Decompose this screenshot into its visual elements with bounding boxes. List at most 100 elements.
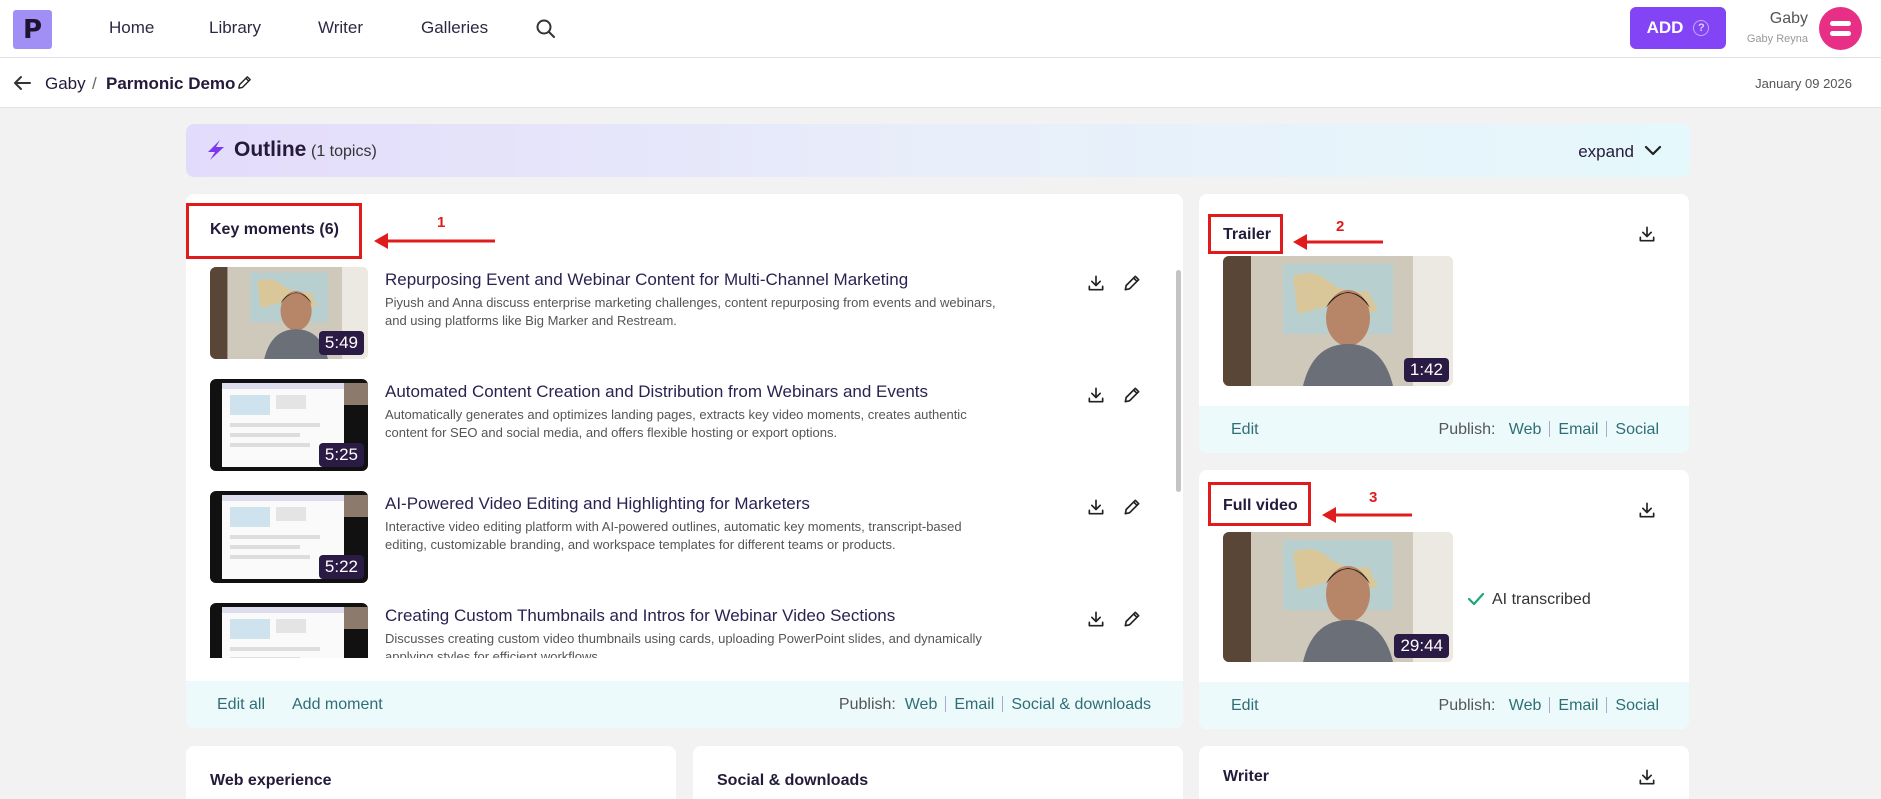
moment-title[interactable]: Creating Custom Thumbnails and Intros fo… [385,606,895,626]
publish-label: Publish: [838,696,896,713]
expand-button[interactable]: expand [1578,142,1634,162]
top-navigation-bar: P Home Library Writer Galleries ADD ? Ga… [0,0,1881,58]
outline-title: Outline [234,138,307,161]
outline-banner: Outline (1 topics) expand [186,124,1690,177]
publish-row: Publish: Web Email Social & downloads [839,696,1151,714]
social-downloads-card: Social & downloads [693,746,1183,799]
edit-all-button[interactable]: Edit all [217,696,265,714]
user-full-name: Gaby Reyna [1746,33,1808,45]
publish-social-link[interactable]: Social [1615,697,1659,714]
trailer-thumbnail[interactable]: 1:42 [1223,256,1453,386]
publish-web-link[interactable]: Web [1509,421,1542,438]
web-experience-card: Web experience [186,746,676,799]
trailer-card: Trailer 1:42 Edit Publish: Web Email Socia… [1199,194,1689,453]
download-icon[interactable] [1086,385,1106,405]
download-icon[interactable] [1637,500,1657,520]
moment-thumbnail[interactable]: 5:22 [210,491,368,583]
list-item[interactable]: 5:22 AI-Powered Video Editing and Highli… [210,491,1140,583]
duration-badge: 29:44 [1394,634,1449,658]
list-item-clip: Creating Custom Thumbnails and Intros fo… [210,603,1165,658]
moment-title[interactable]: Repurposing Event and Webinar Content fo… [385,270,908,290]
breadcrumb-current: Parmonic Demo [106,74,236,93]
app-logo[interactable]: P [13,10,52,49]
help-icon: ? [1693,20,1710,36]
edit-pencil-icon[interactable] [1122,497,1142,517]
logo-letter: P [22,14,43,45]
download-icon[interactable] [1086,273,1106,293]
publish-row: Publish: Web Email Social [1439,421,1659,439]
full-video-card: Full video 29:44 AI transcribed Edit Pub… [1199,470,1689,729]
full-video-edit-button[interactable]: Edit [1231,697,1259,715]
list-item[interactable]: 5:25 Automated Content Creation and Dist… [210,379,1140,471]
web-experience-title: Web experience [210,772,332,789]
publish-email-link[interactable]: Email [954,696,994,713]
annotation-number-2: 2 [1336,218,1345,235]
edit-pencil-icon[interactable] [1122,609,1142,629]
duration-badge: 5:25 [318,443,364,467]
download-icon[interactable] [1086,609,1106,629]
writer-title: Writer [1223,768,1269,785]
moment-description: Discusses creating custom video thumbnai… [385,631,982,658]
nav-library[interactable]: Library [209,18,261,38]
download-icon[interactable] [1637,767,1657,787]
edit-pencil-icon[interactable] [1122,273,1142,293]
moment-description: Automatically generates and optimizes la… [385,407,967,440]
annotation-number-3: 3 [1369,489,1378,506]
moment-description: Interactive video editing platform with … [385,519,962,552]
back-arrow-icon[interactable] [12,74,32,92]
download-icon[interactable] [1086,497,1106,517]
outline-topic-count: (1 topics) [311,143,377,160]
publish-social-link[interactable]: Social & downloads [1011,696,1151,713]
add-moment-button[interactable]: Add moment [292,696,383,714]
publish-label: Publish: [1438,697,1496,714]
date-label: January 09 2026 [1755,76,1852,91]
social-downloads-title: Social & downloads [717,772,869,789]
user-name: Gaby [1769,10,1808,27]
key-moments-footer: Edit all Add moment Publish: Web Email Soc… [186,681,1183,728]
publish-row: Publish: Web Email Social [1439,697,1659,715]
nav-writer[interactable]: Writer [318,18,363,38]
add-button[interactable]: ADD ? [1630,7,1726,49]
edit-pencil-icon[interactable] [1122,385,1142,405]
duration-badge: 1:42 [1403,358,1449,382]
moment-thumbnail[interactable] [210,603,368,658]
full-video-thumbnail[interactable]: 29:44 [1223,532,1453,662]
list-item[interactable]: 5:49 Repurposing Event and Webinar Conte… [210,267,1140,359]
search-icon[interactable] [534,17,558,41]
publish-email-link[interactable]: Email [1558,697,1598,714]
moment-thumbnail[interactable]: 5:25 [210,379,368,471]
download-icon[interactable] [1637,224,1657,244]
chevron-down-icon[interactable] [1644,144,1662,158]
duration-badge: 5:22 [318,555,364,579]
trailer-edit-button[interactable]: Edit [1231,421,1259,439]
moment-title[interactable]: AI-Powered Video Editing and Highlightin… [385,494,810,514]
full-video-footer: Edit Publish: Web Email Social [1199,682,1689,729]
check-icon [1467,592,1485,606]
breadcrumb-parent[interactable]: Gaby [45,74,86,94]
publish-web-link[interactable]: Web [905,696,938,713]
publish-label: Publish: [1438,421,1496,438]
moment-title[interactable]: Automated Content Creation and Distribut… [385,382,928,402]
full-video-title: Full video [1223,497,1298,514]
add-button-label: ADD [1646,18,1684,37]
annotation-number-1: 1 [437,214,446,231]
nav-galleries[interactable]: Galleries [421,18,488,38]
moment-description: Piyush and Anna discuss enterprise marke… [385,295,996,328]
nav-home[interactable]: Home [109,18,154,38]
publish-email-link[interactable]: Email [1558,421,1598,438]
annotation-arrow-3-icon [1322,507,1412,523]
edit-title-pencil-icon[interactable] [236,74,253,91]
avatar[interactable] [1819,7,1862,50]
publish-web-link[interactable]: Web [1509,697,1542,714]
writer-card: Writer [1199,746,1689,799]
moment-thumbnail[interactable]: 5:49 [210,267,368,359]
scrollbar[interactable] [1176,270,1181,492]
annotation-arrow-2-icon [1293,234,1383,250]
transcription-status: AI transcribed [1492,591,1591,608]
breadcrumb: Gaby / Parmonic Demo January 09 2026 [0,58,1881,108]
list-item[interactable]: Creating Custom Thumbnails and Intros fo… [210,603,1140,658]
key-moments-title: Key moments (6) [210,221,339,238]
breadcrumb-separator: / [92,74,97,93]
duration-badge: 5:49 [318,331,364,355]
publish-social-link[interactable]: Social [1615,421,1659,438]
